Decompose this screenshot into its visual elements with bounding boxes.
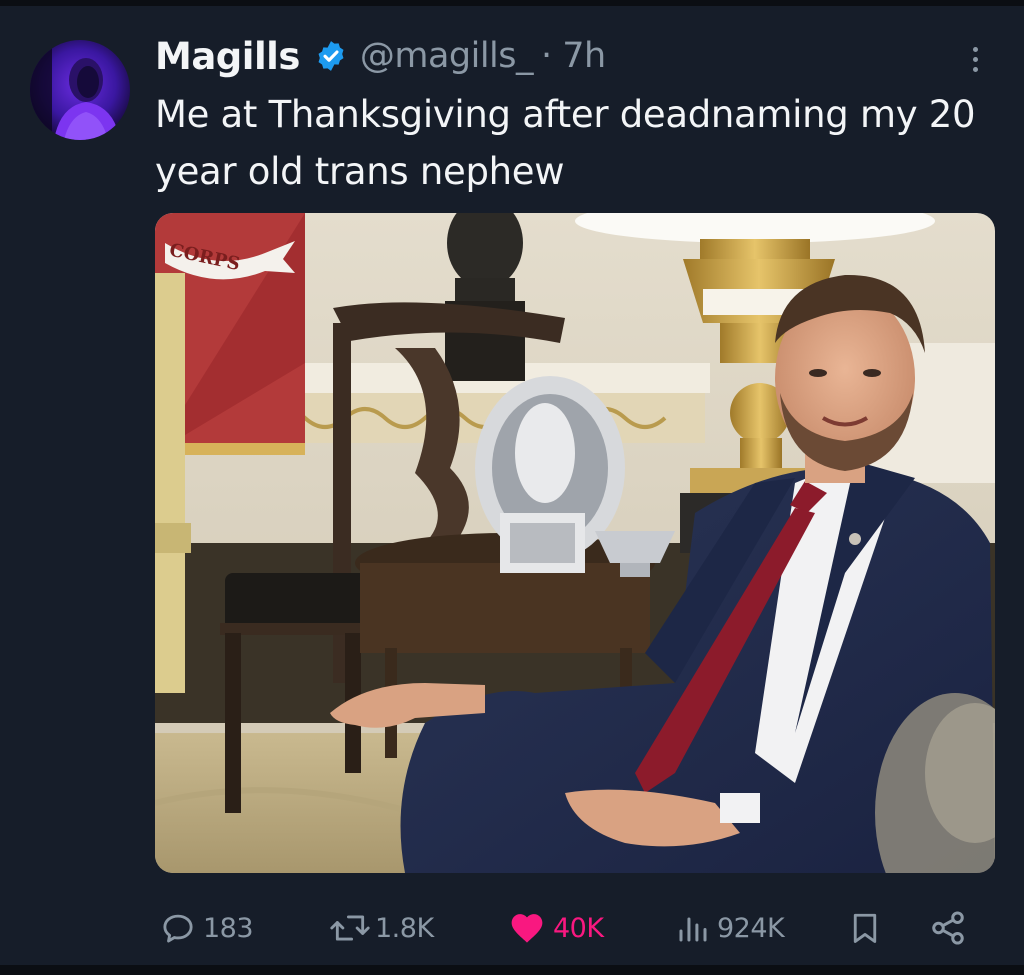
like-button[interactable]: 40K [507,900,604,956]
retweet-button[interactable]: 1.8K [327,900,434,956]
tweet-card: Magills @magills_ · 7h Me at Thanksgivin… [0,0,1024,975]
reply-button[interactable]: 183 [159,900,254,956]
bookmark-icon [847,908,883,948]
bottom-border [0,965,1024,975]
author-handle[interactable]: @magills_ [360,36,534,76]
reply-icon [159,909,197,947]
author-display-name[interactable]: Magills [155,35,300,78]
top-border [0,0,1024,6]
verified-badge-icon [314,39,348,73]
share-icon [929,908,967,948]
tweet-action-bar: 183 1.8K 40K 924K [155,900,985,956]
heart-icon [507,909,547,947]
like-count: 40K [553,912,604,944]
reply-count: 183 [203,912,254,944]
retweet-count: 1.8K [375,912,434,944]
tweet-media-image[interactable]: CORPS [155,213,995,873]
more-options-icon[interactable] [960,38,990,80]
views-button[interactable]: 924K [675,900,785,956]
share-button[interactable] [929,900,967,956]
views-chart-icon [675,909,711,947]
avatar[interactable] [30,40,130,140]
tweet-text: Me at Thanksgiving after deadnaming my 2… [155,93,976,193]
tweet-timestamp[interactable]: · 7h [541,36,606,76]
views-count: 924K [717,912,785,944]
retweet-icon [327,909,373,947]
bookmark-button[interactable] [847,900,883,956]
tweet-header: Magills @magills_ · 7h [155,32,606,80]
